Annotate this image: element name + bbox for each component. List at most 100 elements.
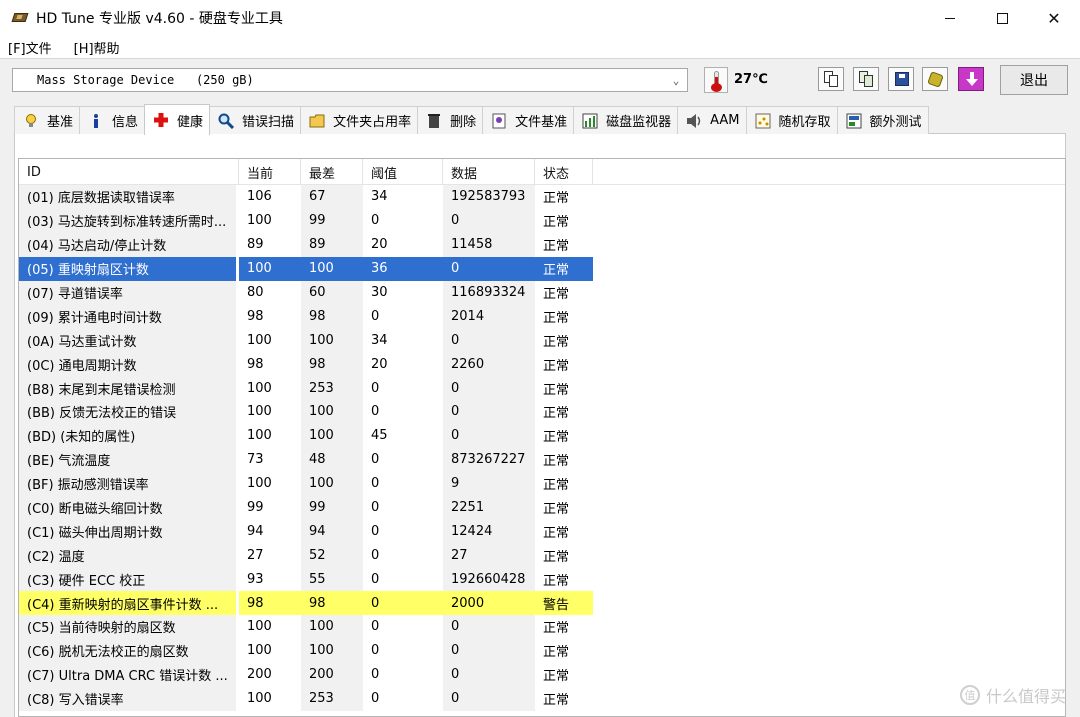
file-benchmark-icon: [492, 113, 506, 128]
table-row[interactable]: (04) 马达启动/停止计数 89 89 20 11458 正常: [19, 232, 1065, 257]
table-row[interactable]: (03) 马达旋转到标准转速所需时... 100 99 0 0 正常: [19, 208, 1065, 233]
copy-screenshot-button[interactable]: [853, 67, 879, 91]
table-row[interactable]: (C1) 磁头伸出周期计数 94 94 0 12424 正常: [19, 519, 1065, 544]
cell-worst: 100: [301, 256, 363, 281]
column-header-worst[interactable]: 最差: [301, 159, 363, 185]
copy-text-button[interactable]: [818, 67, 844, 91]
cell-data: 0: [443, 615, 535, 639]
tab-aam[interactable]: AAM: [677, 106, 747, 134]
cell-attribute-id: (BD) (未知的属性): [19, 423, 236, 448]
cell-attribute-id: (BB) 反馈无法校正的错误: [19, 400, 236, 424]
table-row[interactable]: (BE) 气流温度 73 48 0 873267227 正常: [19, 447, 1065, 472]
table-row[interactable]: (BD) (未知的属性) 100 100 45 0 正常: [19, 423, 1065, 448]
table-row[interactable]: (0C) 通电周期计数 98 98 20 2260 正常: [19, 352, 1065, 377]
options-button[interactable]: [922, 67, 948, 91]
cell-current: 99: [247, 500, 264, 516]
table-row[interactable]: (BB) 反馈无法校正的错误 100 100 0 0 正常: [19, 400, 1065, 424]
column-header-threshold[interactable]: 阈值: [363, 159, 443, 185]
table-row[interactable]: (01) 底层数据读取错误率 106 67 34 192583793 正常: [19, 185, 1065, 209]
cell-status: 正常: [543, 454, 570, 470]
table-row[interactable]: (C0) 断电磁头缩回计数 99 99 0 2251 正常: [19, 495, 1065, 520]
tab-folder-usage[interactable]: 文件夹占用率: [300, 106, 419, 134]
tab-erase[interactable]: 删除: [417, 106, 484, 134]
menu-help[interactable]: [H]帮助: [74, 38, 120, 57]
table-row[interactable]: (C6) 脱机无法校正的扇区数 100 100 0 0 正常: [19, 638, 1065, 663]
table-row[interactable]: (B8) 末尾到末尾错误检测 100 253 0 0 正常: [19, 376, 1065, 401]
cell-data: 2000: [443, 591, 535, 616]
cell-current: 98: [239, 591, 301, 616]
cell-threshold: 0: [371, 667, 380, 683]
menu-bar: [F]文件 [H]帮助: [0, 36, 1080, 58]
cell-worst: 200: [301, 662, 363, 687]
table-row[interactable]: (C3) 硬件 ECC 校正 93 55 0 192660428 正常: [19, 567, 1065, 592]
cell-data: 0: [443, 400, 535, 424]
cell-threshold: 30: [371, 285, 388, 300]
table-row[interactable]: (C4) 重新映射的扇区事件计数 ... 98 98 0 2000 警告: [19, 591, 1065, 616]
cell-worst: 98: [301, 352, 363, 377]
table-row[interactable]: (07) 寻道错误率 80 60 30 116893324 正常: [19, 280, 1065, 305]
exit-button[interactable]: 退出: [1000, 65, 1068, 95]
tab-info[interactable]: 信息: [79, 106, 146, 134]
download-button[interactable]: [958, 67, 984, 91]
cell-status: 正常: [543, 191, 570, 207]
table-row[interactable]: (C7) Ultra DMA CRC 错误计数 ... 200 200 0 0 正常: [19, 662, 1065, 687]
cell-attribute-id: (C8) 写入错误率: [19, 686, 236, 711]
cell-threshold: 0: [371, 308, 380, 324]
cell-worst: 48: [301, 447, 363, 472]
cell-current: 100: [247, 476, 272, 492]
tab-error-scan[interactable]: 错误扫描: [209, 106, 302, 134]
table-row[interactable]: (0A) 马达重试计数 100 100 34 0 正常: [19, 328, 1065, 353]
cell-status: 正常: [543, 645, 570, 661]
tab-label: 文件夹占用率: [333, 115, 412, 130]
table-row[interactable]: (C5) 当前待映射的扇区数 100 100 0 0 正常: [19, 615, 1065, 639]
column-header-status[interactable]: 状态: [535, 159, 593, 185]
cell-attribute-id: (C6) 脱机无法校正的扇区数: [19, 638, 236, 663]
table-row[interactable]: (05) 重映射扇区计数 100 100 36 0 正常: [19, 256, 1065, 281]
close-button[interactable]: ✕: [1028, 0, 1080, 36]
column-header-current[interactable]: 当前: [239, 159, 301, 185]
menu-file[interactable]: [F]文件: [8, 38, 52, 57]
chevron-down-icon[interactable]: ⌄: [669, 72, 683, 88]
cell-status: 正常: [543, 573, 570, 589]
table-row[interactable]: (BF) 振动感测错误率 100 100 0 9 正常: [19, 471, 1065, 496]
cell-attribute-id: (05) 重映射扇区计数: [19, 256, 236, 281]
cell-current: 80: [247, 285, 264, 300]
drive-select[interactable]: Mass Storage Device (250 gB) ⌄: [12, 68, 688, 92]
tab-random-access[interactable]: 随机存取: [745, 106, 838, 134]
watermark-text: 什么值得买: [985, 687, 1066, 706]
cell-status: 正常: [543, 215, 570, 231]
extra-tests-icon: [846, 113, 862, 128]
tab-extra-tests[interactable]: 额外测试: [836, 106, 929, 134]
cell-status: 正常: [543, 310, 570, 326]
tab-benchmark[interactable]: 基准: [14, 106, 81, 134]
cell-worst: 253: [301, 376, 363, 401]
cell-current: 94: [247, 523, 264, 539]
cell-attribute-id: (0A) 马达重试计数: [19, 328, 236, 353]
tab-label: 随机存取: [778, 115, 831, 130]
cell-worst: 55: [301, 567, 363, 592]
watermark: 值 什么值得买: [959, 683, 1066, 707]
cell-status: 正常: [543, 334, 570, 350]
save-button[interactable]: [888, 67, 914, 91]
title-bar: HD Tune 专业版 v4.60 - 硬盘专业工具 ✕: [0, 0, 1080, 36]
cell-worst: 60: [301, 280, 363, 305]
cell-data: 2251: [443, 495, 535, 520]
tab-health[interactable]: 健康: [144, 104, 211, 135]
smart-attributes-table[interactable]: ID 当前 最差 阈值 数据 状态 (01) 底层数据读取错误率 106 67 34 1…: [18, 158, 1066, 717]
tab-file-benchmark[interactable]: 文件基准: [482, 106, 575, 134]
cell-attribute-id: (01) 底层数据读取错误率: [19, 185, 236, 209]
minimize-button[interactable]: [924, 0, 976, 36]
table-row[interactable]: (09) 累计通电时间计数 98 98 0 2014 正常: [19, 304, 1065, 329]
column-header-data[interactable]: 数据: [443, 159, 535, 185]
cell-data: 0: [443, 686, 535, 711]
cell-data: 0: [443, 662, 535, 687]
health-cross-icon: [154, 113, 169, 127]
minimize-icon: [945, 17, 955, 19]
maximize-button[interactable]: [976, 0, 1028, 36]
tab-disk-monitor[interactable]: 磁盘监视器: [573, 106, 679, 134]
column-header-id[interactable]: ID: [19, 159, 239, 185]
cell-threshold: 0: [371, 380, 380, 396]
table-row[interactable]: (C8) 写入错误率 100 253 0 0 正常: [19, 686, 1065, 711]
table-row[interactable]: (C2) 温度 27 52 0 27 正常: [19, 543, 1065, 568]
speaker-icon: [687, 113, 701, 128]
